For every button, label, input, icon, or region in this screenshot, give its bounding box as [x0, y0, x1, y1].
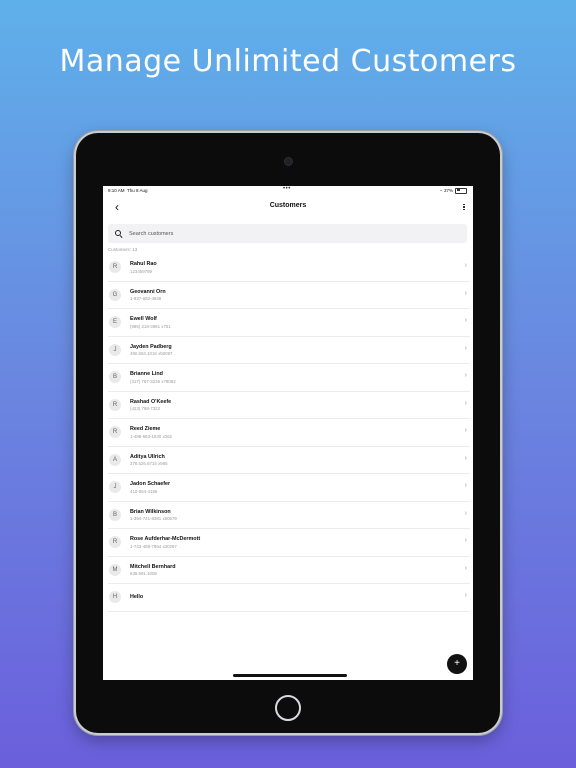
avatar: J	[109, 481, 121, 494]
customer-row[interactable]: R Rashad O'Keefe (423) 768-7322 ›	[108, 392, 470, 419]
avatar: G	[109, 288, 121, 301]
avatar: R	[109, 426, 121, 439]
avatar: B	[109, 371, 121, 384]
search-icon	[115, 230, 122, 237]
multitask-dots-icon[interactable]: •••	[283, 186, 291, 192]
customer-row[interactable]: J Jayden Padberg 490.653.1016 x50097 ›	[108, 337, 470, 364]
chevron-right-icon: ›	[464, 372, 467, 379]
customer-phone: 1-394-741-8381 x60679	[130, 516, 177, 521]
avatar: J	[109, 343, 121, 356]
customer-name: Mitchell Bernhard	[130, 563, 176, 570]
chevron-right-icon: ›	[464, 564, 467, 572]
customer-row[interactable]: R Reed Zieme 1-488-663-1620 x062 ›	[108, 419, 470, 447]
ipad-frame: 9:10 AM Thu 8 Aug ••• ◔ 37% ‹ Customers …	[76, 133, 500, 733]
avatar: A	[109, 453, 121, 466]
customer-list: R Rahul Rao 123459789 › G Geovanni Orn 1-9…	[108, 254, 470, 612]
customer-phone: 378.526.6734 x965	[130, 461, 168, 466]
avatar: H	[109, 591, 121, 604]
home-button[interactable]	[275, 695, 301, 721]
customer-row[interactable]: M Mitchell Bernhard 636.591.1008 ›	[108, 557, 470, 584]
customer-phone: 1-937-692-4949	[130, 296, 162, 301]
nav-bar: ‹ Customers	[103, 198, 473, 216]
chevron-right-icon: ›	[464, 262, 467, 269]
customer-name: Brianne Lind	[130, 371, 163, 377]
page-title: Customers	[269, 202, 307, 209]
customer-phone: (317) 757-3236 x78082	[130, 378, 176, 384]
customer-row[interactable]: H Hello ›	[108, 584, 470, 612]
add-customer-button[interactable]: +	[447, 654, 467, 674]
customer-phone: 636.591.1008	[130, 571, 157, 576]
battery-icon	[455, 187, 467, 194]
home-indicator[interactable]	[233, 674, 347, 677]
chevron-right-icon: ›	[464, 482, 467, 489]
chevron-right-icon: ›	[464, 427, 467, 434]
customer-row[interactable]: E Ewell Wolf (985) 218-3961 x751 ›	[108, 309, 470, 337]
customer-name: Rahul Rao	[130, 261, 157, 267]
customer-row[interactable]: A Aditya Ullrich 378.526.6734 x965 ›	[108, 447, 470, 474]
customer-row[interactable]: R Rahul Rao 123459789 ›	[108, 254, 470, 282]
promo-headline: Manage Unlimited Customers	[59, 44, 517, 79]
customer-name: Aditya Ullrich	[130, 453, 165, 460]
customer-name: Rashad O'Keefe	[130, 398, 172, 405]
search-bar[interactable]	[108, 224, 467, 243]
search-input[interactable]	[127, 229, 431, 238]
avatar: M	[109, 563, 121, 576]
customer-phone: 490.653.1016 x50097	[130, 351, 173, 356]
app-screen: 9:10 AM Thu 8 Aug ••• ◔ 37% ‹ Customers …	[103, 186, 473, 680]
customer-name: Jadon Schaefer	[130, 481, 171, 487]
avatar: E	[109, 316, 121, 329]
avatar: R	[109, 398, 121, 411]
avatar: B	[109, 508, 121, 521]
status-time-text: 9:10 AM	[108, 188, 125, 193]
customer-phone: (423) 768-7322	[130, 406, 161, 411]
status-indicators: ◔ 37%	[439, 187, 467, 194]
chevron-right-icon: ›	[464, 454, 467, 462]
customer-name: Reed Zieme	[130, 426, 161, 432]
customer-row[interactable]: R Rose Aufderhar-McDermott 1-743-469-7864…	[108, 529, 470, 557]
customer-row[interactable]: G Geovanni Orn 1-937-692-4949 ›	[108, 282, 470, 309]
chevron-right-icon: ›	[464, 399, 467, 407]
status-time: 9:10 AM Thu 8 Aug	[108, 188, 148, 193]
customer-name: Ewell Wolf	[130, 316, 157, 322]
customer-phone: (985) 218-3961 x751	[130, 323, 171, 329]
chevron-right-icon: ›	[464, 537, 467, 544]
avatar: R	[109, 261, 121, 274]
wifi-icon: ◔	[439, 188, 442, 193]
chevron-right-icon: ›	[464, 289, 467, 297]
customer-row[interactable]: B Brianne Lind (317) 757-3236 x78082 ›	[108, 364, 470, 392]
customer-phone: 123459789	[130, 268, 152, 274]
customer-row[interactable]: J Jadon Schaefer 410-554-4186 ›	[108, 474, 470, 502]
status-date: Thu 8 Aug	[127, 188, 148, 193]
more-vertical-icon[interactable]	[461, 201, 467, 213]
chevron-right-icon: ›	[464, 344, 467, 352]
customer-phone: 410-554-4186	[130, 488, 158, 494]
chevron-right-icon: ›	[464, 509, 467, 517]
customer-row[interactable]: B Brian Wilkinson 1-394-741-8381 x60679 ›	[108, 502, 470, 529]
customer-phone: 1-488-663-1620 x062	[130, 433, 172, 439]
status-bar: 9:10 AM Thu 8 Aug ••• ◔ 37%	[103, 186, 473, 195]
chevron-right-icon: ›	[464, 592, 467, 599]
customer-name: Jayden Padberg	[130, 343, 172, 350]
battery-percent: 37%	[443, 188, 453, 193]
customers-count: Customers: 13	[108, 247, 138, 252]
chevron-right-icon: ›	[464, 317, 467, 324]
avatar: R	[109, 536, 121, 549]
customer-name: Rose Aufderhar-McDermott	[130, 536, 201, 542]
customer-name: Brian Wilkinson	[130, 508, 171, 515]
customer-name: Geovanni Orn	[130, 288, 166, 295]
customer-name: Hello	[130, 593, 144, 600]
customer-phone: 1-743-469-7864 x30267	[130, 543, 177, 549]
camera-icon	[284, 157, 293, 166]
